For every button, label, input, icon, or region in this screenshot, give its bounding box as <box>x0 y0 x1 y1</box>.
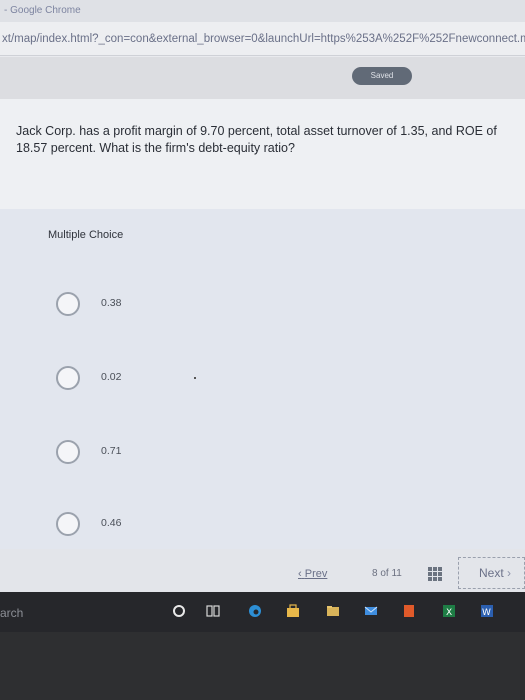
svg-text:X: X <box>446 608 452 618</box>
svg-text:W: W <box>482 608 491 618</box>
cortana-icon[interactable] <box>172 604 186 618</box>
prev-button[interactable]: ‹ Prev <box>298 568 327 580</box>
question-area: Jack Corp. has a profit margin of 9.70 p… <box>0 99 525 209</box>
grid-icon[interactable] <box>428 567 442 581</box>
page-total: 11 <box>391 568 402 579</box>
prev-label: Prev <box>304 568 328 580</box>
choice-label: 0.38 <box>101 297 122 309</box>
mail-icon[interactable] <box>364 604 378 618</box>
cursor-dot <box>194 377 196 379</box>
choice-option-1[interactable]: 0.38 <box>56 292 256 318</box>
next-label: Next <box>479 566 504 580</box>
window-title: - Google Chrome <box>4 5 81 16</box>
choice-label: 0.71 <box>101 445 122 457</box>
window-title-bar: - Google Chrome <box>0 0 525 22</box>
page-of: of <box>380 568 389 579</box>
url-text[interactable]: xt/map/index.html?_con=con&external_brow… <box>2 33 525 45</box>
address-bar[interactable]: xt/map/index.html?_con=con&external_brow… <box>0 22 525 56</box>
chevron-left-icon: ‹ <box>298 568 302 580</box>
radio-button[interactable] <box>56 292 80 316</box>
monitor-bezel <box>0 632 525 700</box>
task-view-icon[interactable] <box>206 604 220 618</box>
excel-icon[interactable]: X <box>442 604 456 618</box>
page-indicator[interactable]: 8 of 11 <box>372 568 402 579</box>
page-current: 8 <box>372 568 378 579</box>
choice-option-3[interactable]: 0.71 <box>56 440 256 466</box>
store-icon[interactable] <box>286 604 300 618</box>
choice-label: 0.02 <box>101 371 122 383</box>
office-icon[interactable] <box>402 604 416 618</box>
assignment-header: Saved <box>0 57 525 99</box>
word-icon[interactable]: W <box>480 604 494 618</box>
edge-icon[interactable] <box>248 604 262 618</box>
choice-option-2[interactable]: 0.02 <box>56 366 256 392</box>
choice-label: 0.46 <box>101 517 122 529</box>
browser-screen: - Google Chrome xt/map/index.html?_con=c… <box>0 0 525 600</box>
question-text: Jack Corp. has a profit margin of 9.70 p… <box>16 124 497 155</box>
choice-option-4[interactable]: 0.46 <box>56 512 256 538</box>
radio-button[interactable] <box>56 440 80 464</box>
multiple-choice-label: Multiple Choice <box>48 229 124 241</box>
next-button[interactable]: Next › <box>458 557 525 589</box>
radio-button[interactable] <box>56 512 80 536</box>
folder-icon[interactable] <box>326 604 340 618</box>
chevron-right-icon: › <box>507 566 512 580</box>
windows-taskbar: arch X W <box>0 592 525 632</box>
saved-badge: Saved <box>352 67 412 85</box>
radio-button[interactable] <box>56 366 80 390</box>
taskbar-search[interactable]: arch <box>0 606 23 620</box>
multiple-choice-panel: Multiple Choice 0.38 0.02 0.71 0.46 <box>0 209 525 549</box>
